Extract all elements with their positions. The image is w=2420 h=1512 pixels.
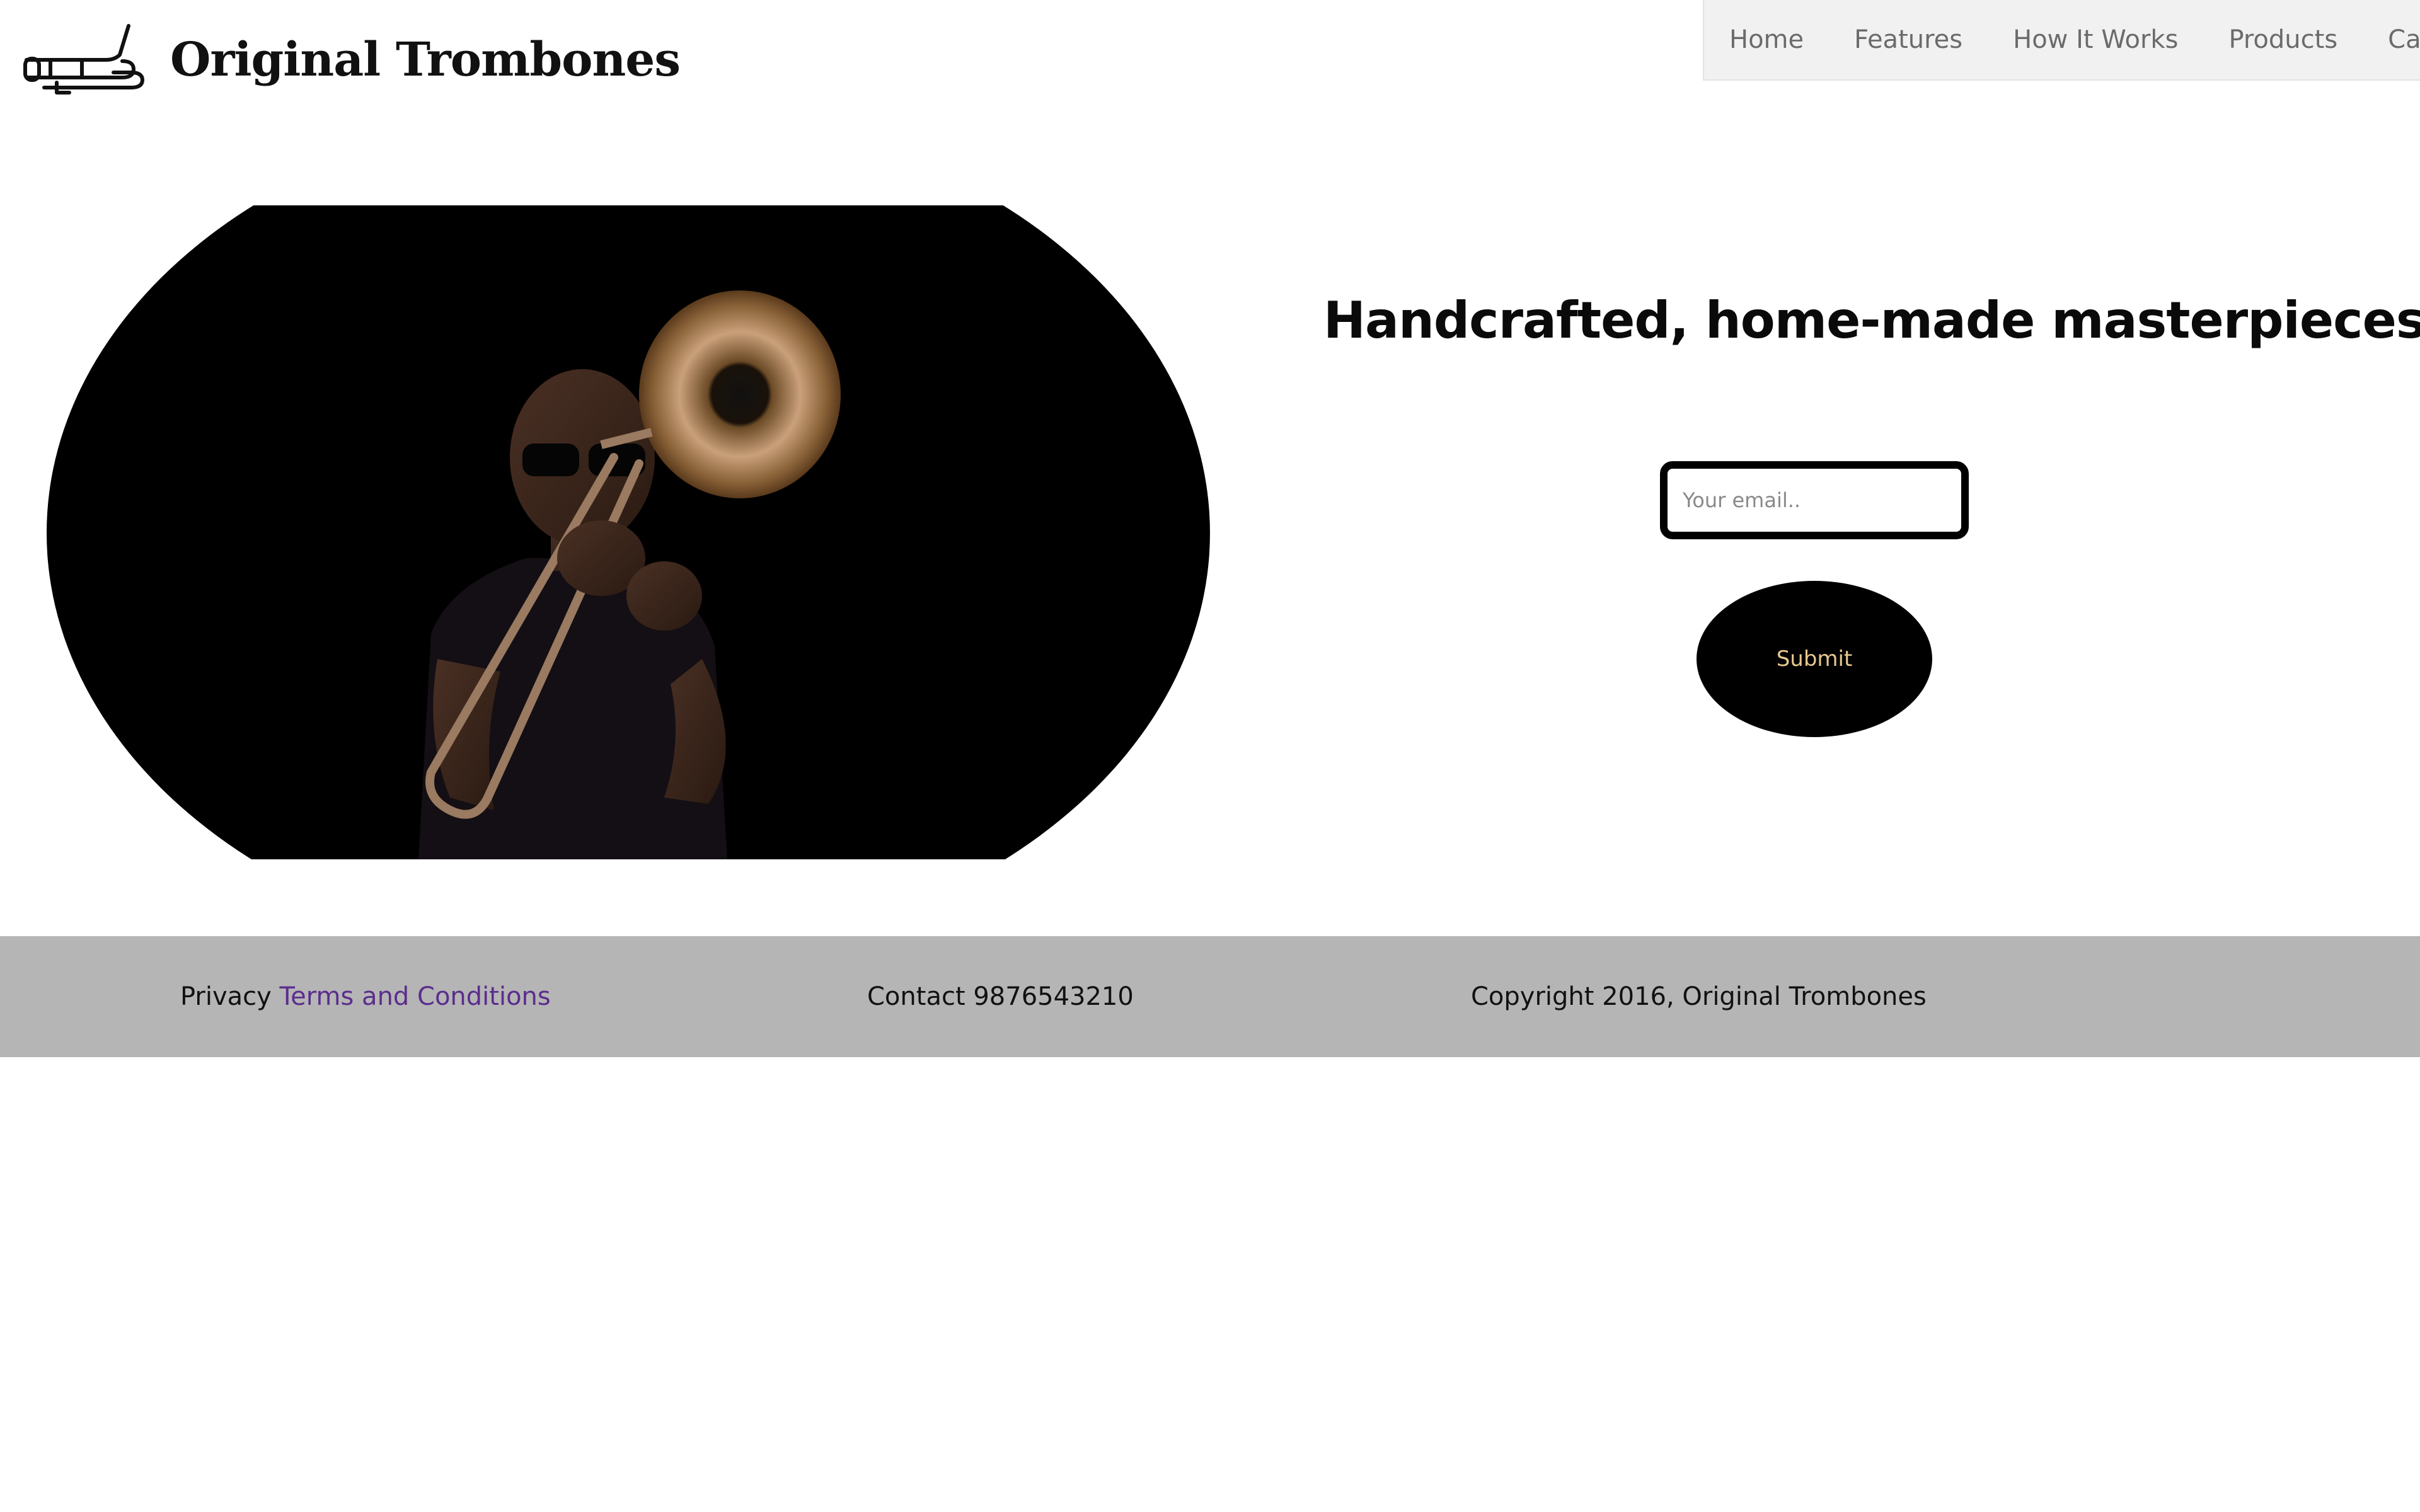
main-nav: Home Features How It Works Products Cart [1703, 0, 2420, 81]
nav-item-cart[interactable]: Cart [2388, 25, 2420, 54]
nav-item-features[interactable]: Features [1854, 25, 1962, 54]
nav-item-home[interactable]: Home [1729, 25, 1804, 54]
nav-item-how-it-works[interactable]: How It Works [2013, 25, 2178, 54]
nav-item-products[interactable]: Products [2228, 25, 2337, 54]
email-field[interactable] [1660, 461, 1969, 539]
trombone-player-image [418, 290, 841, 859]
footer-copyright: Copyright 2016, Original Trombones [1471, 982, 1927, 1011]
terms-link[interactable]: Terms and Conditions [280, 982, 551, 1011]
privacy-link[interactable]: Privacy [180, 982, 280, 1011]
trombone-icon[interactable] [19, 22, 145, 107]
hero-video [47, 205, 1210, 859]
brand-name[interactable]: Original Trombones [170, 33, 681, 87]
site-footer: Privacy Terms and Conditions Contact 987… [0, 936, 2420, 1057]
footer-privacy: Privacy Terms and Conditions [180, 936, 551, 1057]
hero-headline: Handcrafted, home-made masterpieces [1323, 291, 2420, 350]
footer-contact: Contact 9876543210 [867, 982, 1134, 1011]
site-header: Original Trombones Home Features How It … [0, 0, 2420, 113]
submit-button[interactable]: Submit [1697, 581, 1932, 737]
